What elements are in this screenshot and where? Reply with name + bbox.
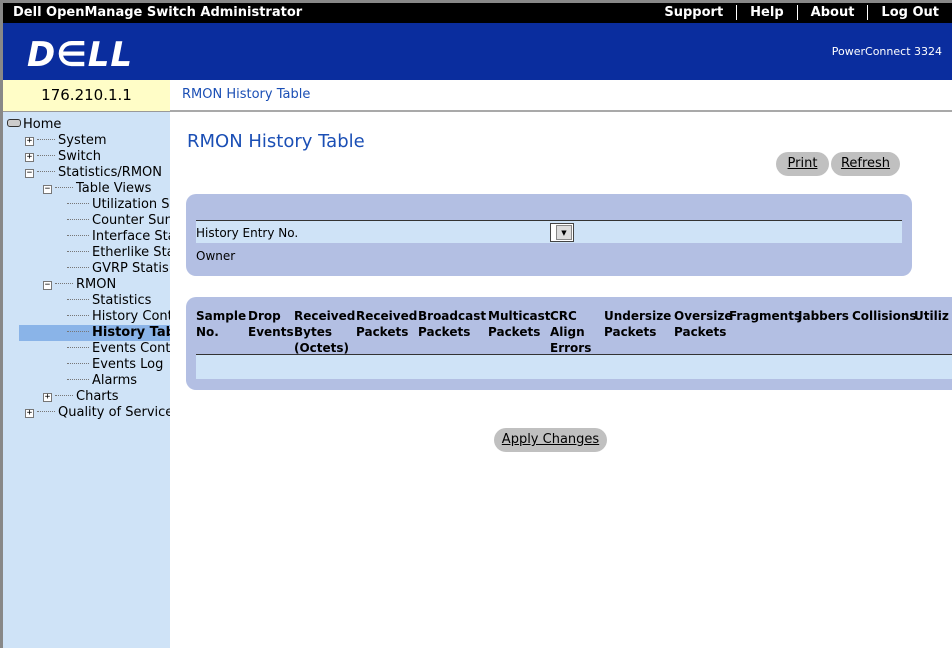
- logout-link[interactable]: Log Out: [867, 5, 952, 20]
- tree-item-history-control[interactable]: History Contr: [67, 309, 170, 325]
- refresh-button[interactable]: Refresh: [831, 152, 900, 176]
- tree-item-switch[interactable]: + Switch: [25, 149, 101, 165]
- tree-item-gvrp-statistics[interactable]: GVRP Statis: [67, 261, 169, 277]
- expand-icon[interactable]: +: [25, 409, 34, 418]
- tree-item-quality-of-service[interactable]: + Quality of Service: [25, 405, 170, 421]
- column-header: Fragments: [729, 309, 802, 323]
- dropdown-arrow-icon[interactable]: ▼: [556, 225, 572, 240]
- expand-icon[interactable]: +: [43, 393, 52, 402]
- tree-item-home[interactable]: Home: [7, 117, 61, 133]
- tree-item-statistics[interactable]: Statistics: [67, 293, 151, 309]
- collapse-icon[interactable]: −: [43, 281, 52, 290]
- tree-item-counter-summary[interactable]: Counter Sum: [67, 213, 170, 229]
- print-button[interactable]: Print: [776, 152, 829, 176]
- breadcrumb: RMON History Table: [170, 80, 952, 112]
- column-header: Undersize Packets: [604, 309, 672, 339]
- home-icon: [7, 119, 21, 127]
- apply-changes-button[interactable]: Apply Changes: [494, 428, 607, 452]
- history-table-panel: Sample No. Drop Events Received Bytes (O…: [186, 297, 952, 390]
- history-entry-label: History Entry No.: [196, 226, 299, 240]
- tree-item-alarms[interactable]: Alarms: [67, 373, 137, 389]
- about-link[interactable]: About: [796, 5, 868, 20]
- tree-item-interface-statistics[interactable]: Interface Stat: [67, 229, 170, 245]
- history-entry-select[interactable]: ▼: [550, 223, 574, 242]
- device-ip: 176.210.1.1: [3, 80, 170, 112]
- tree-item-utilization-summary[interactable]: Utilization Su: [67, 197, 170, 213]
- collapse-icon[interactable]: −: [43, 185, 52, 194]
- column-header: Utiliz: [914, 309, 949, 323]
- expand-icon[interactable]: +: [25, 153, 34, 162]
- help-link[interactable]: Help: [736, 5, 796, 20]
- history-entry-panel: History Entry No. ▼ Owner: [186, 194, 912, 276]
- app-title: Dell OpenManage Switch Administrator: [13, 5, 303, 20]
- owner-label: Owner: [196, 249, 236, 263]
- tree-item-history-table[interactable]: History Tabl: [19, 325, 170, 341]
- tree-item-events-log[interactable]: Events Log: [67, 357, 163, 373]
- tree-item-events-control[interactable]: Events Contr: [67, 341, 170, 357]
- main-content: RMON History Table Print Refresh History…: [170, 114, 952, 648]
- top-links: Support Help About Log Out: [651, 5, 952, 20]
- support-link[interactable]: Support: [651, 5, 736, 20]
- dell-logo: D∈LL: [27, 35, 134, 75]
- tree-item-statistics-rmon[interactable]: − Statistics/RMON: [25, 165, 162, 181]
- tree-item-rmon[interactable]: − RMON: [43, 277, 116, 293]
- collapse-icon[interactable]: −: [25, 169, 34, 178]
- product-name: PowerConnect 3324: [831, 45, 942, 58]
- tree-item-charts[interactable]: + Charts: [43, 389, 119, 405]
- sidebar-tree: Home + System + Switch − Statistics/RMON − T…: [3, 112, 170, 648]
- table-row: [196, 355, 952, 379]
- column-header: Received Packets: [356, 309, 418, 339]
- column-header: CRC Align Errors: [550, 309, 592, 355]
- tree-item-system[interactable]: + System: [25, 133, 106, 149]
- column-header: Sample No.: [196, 309, 247, 339]
- column-header: Collisions: [852, 309, 917, 323]
- column-header: Received Bytes (Octets): [294, 309, 356, 355]
- column-header: Broadcast Packets: [418, 309, 487, 339]
- banner: D∈LL PowerConnect 3324: [3, 23, 952, 80]
- expand-icon[interactable]: +: [25, 137, 34, 146]
- top-bar: Dell OpenManage Switch Administrator Sup…: [3, 3, 952, 23]
- tree-item-etherlike-statistics[interactable]: Etherlike Sta: [67, 245, 170, 261]
- column-header: Jabbers: [798, 309, 849, 323]
- tree-item-table-views[interactable]: − Table Views: [43, 181, 151, 197]
- history-entry-row: [196, 221, 902, 243]
- page-title: RMON History Table: [187, 131, 365, 152]
- column-header: Oversize Packets: [674, 309, 733, 339]
- column-header: Drop Events: [248, 309, 294, 339]
- column-header: Multicast Packets: [488, 309, 551, 339]
